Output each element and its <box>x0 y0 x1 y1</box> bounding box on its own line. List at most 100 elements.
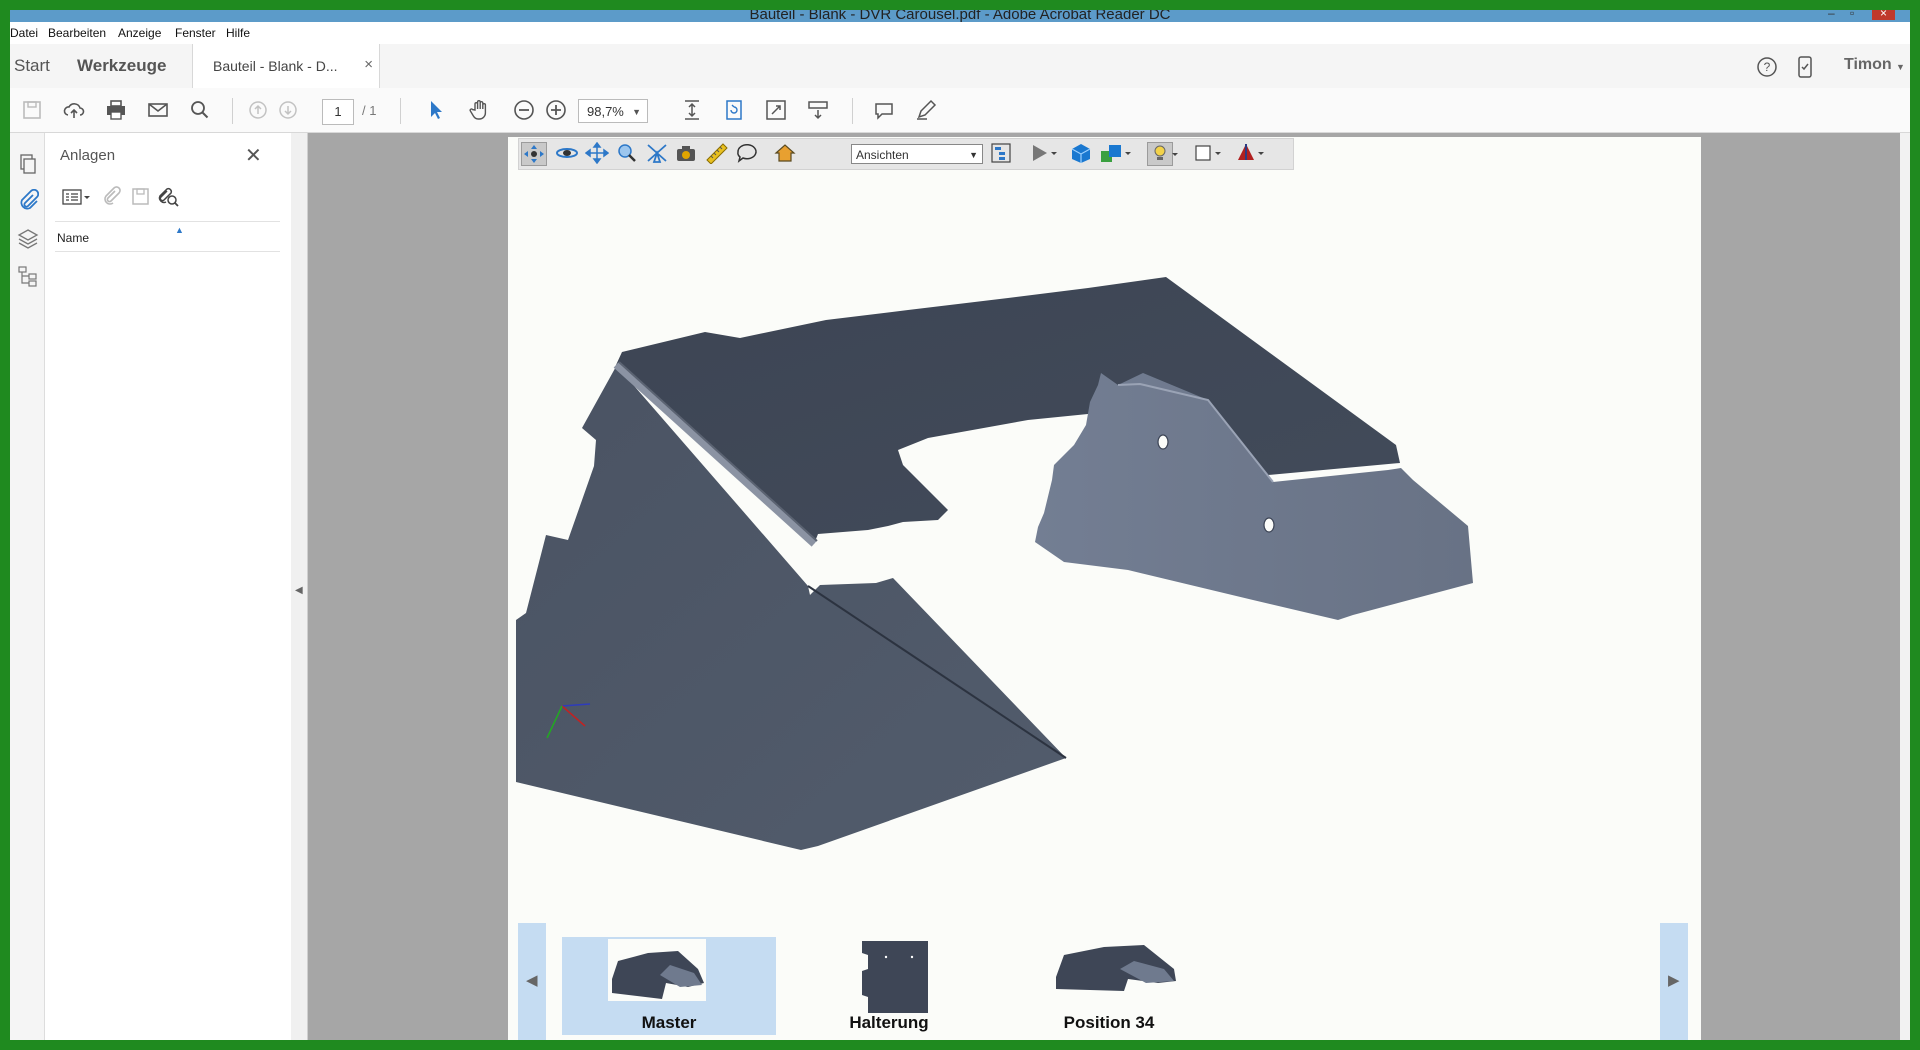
carousel-item-position-34[interactable]: Position 34 <box>1002 937 1216 1035</box>
comment-icon[interactable] <box>872 98 898 122</box>
toolbar-divider <box>400 98 401 124</box>
select-arrow-icon[interactable] <box>424 98 450 122</box>
zoom-in-icon[interactable] <box>544 98 570 122</box>
horizontal-scrollbar[interactable]: ◀ ▶ <box>55 1039 281 1040</box>
cross-section-icon[interactable] <box>1235 142 1264 166</box>
thumbnail-halterung-image <box>862 941 928 1013</box>
comment-3d-icon[interactable] <box>735 142 761 166</box>
tab-document-label: Bauteil - Blank - D... <box>213 58 338 74</box>
menu-fenster[interactable]: Fenster <box>175 26 216 40</box>
pan-icon[interactable] <box>584 141 611 166</box>
carousel-prev-button[interactable]: ◀ <box>518 923 546 1040</box>
3d-model-view[interactable] <box>508 170 1701 870</box>
minimize-icon[interactable]: – <box>1828 10 1835 20</box>
maximize-icon[interactable]: ▫ <box>1850 10 1854 20</box>
carousel-item-label: Halterung <box>849 1013 929 1032</box>
chevron-down-icon: ▼ <box>969 150 978 160</box>
model-tree-toggle-icon[interactable] <box>989 142 1015 166</box>
panel-divider <box>55 221 280 222</box>
rotate-3d-icon[interactable] <box>521 142 547 166</box>
render-mode-icon[interactable] <box>1069 142 1095 166</box>
camera-icon[interactable] <box>675 142 701 166</box>
page-number-input[interactable]: 1 <box>322 99 354 125</box>
toolbar-divider <box>232 98 233 124</box>
tab-close-icon[interactable]: × <box>364 56 373 73</box>
home-icon[interactable] <box>773 142 799 166</box>
mobile-link-icon[interactable] <box>1796 56 1814 78</box>
toolbar-divider <box>852 98 853 124</box>
sign-icon[interactable] <box>914 98 940 122</box>
menu-datei[interactable]: Datei <box>10 26 38 40</box>
fit-page-icon[interactable] <box>680 98 706 122</box>
search-icon[interactable] <box>188 98 214 122</box>
svg-text:?: ? <box>1764 60 1771 74</box>
menu-hilfe[interactable]: Hilfe <box>226 26 250 40</box>
carousel-item-label: Master <box>641 1013 697 1032</box>
user-menu[interactable]: Timon <box>1844 56 1892 74</box>
cloud-upload-icon[interactable] <box>62 98 88 122</box>
column-header-name[interactable]: Name <box>57 231 89 245</box>
pages-icon[interactable] <box>17 153 39 175</box>
help-icon[interactable]: ? <box>1756 56 1778 78</box>
save-icon[interactable] <box>20 98 46 122</box>
add-attachment-icon[interactable] <box>101 185 127 209</box>
menu-bearbeiten[interactable]: Bearbeiten <box>48 26 106 40</box>
scroll-mode-icon[interactable] <box>806 98 832 122</box>
options-menu-icon[interactable] <box>61 185 90 209</box>
3d-toolbar: Ansichten ▼ <box>518 138 1294 170</box>
collapse-left-icon: ◀ <box>295 585 303 596</box>
next-page-icon[interactable] <box>276 98 302 122</box>
carousel-next-button[interactable]: ▶ <box>1660 923 1688 1040</box>
views-dropdown-value: Ansichten <box>856 148 909 162</box>
main-toolbar: 1 / 1 98,7% ▼ <box>10 88 1910 133</box>
tab-start[interactable]: Start <box>14 56 50 76</box>
views-dropdown[interactable]: Ansichten ▼ <box>851 144 983 164</box>
measure-icon[interactable] <box>705 142 731 166</box>
spin-icon[interactable] <box>555 142 581 166</box>
app-window: Bauteil - Blank - DVR Carousel.pdf - Ado… <box>10 10 1910 1040</box>
zoom-3d-icon[interactable] <box>615 142 641 166</box>
arrow-left-icon: ◀ <box>526 972 538 989</box>
model-tree-icon[interactable] <box>17 265 39 287</box>
panel-collapse-handle[interactable]: ◀ <box>291 133 308 1040</box>
print-icon[interactable] <box>104 98 130 122</box>
attachments-icon[interactable] <box>17 189 39 211</box>
search-attachments-icon[interactable] <box>155 185 181 209</box>
scroll-left-icon[interactable]: ◀ <box>55 1039 63 1040</box>
carousel-item-master[interactable]: Master <box>562 937 776 1035</box>
panel-divider <box>55 251 280 252</box>
views-carousel: ◀ Master Halterung Position 34 ▶ <box>518 923 1688 1040</box>
navigation-rail <box>10 133 45 1040</box>
zoom-out-icon[interactable] <box>512 98 538 122</box>
page-total: / 1 <box>362 103 377 118</box>
panel-close-icon[interactable]: ✕ <box>245 143 262 168</box>
mail-icon[interactable] <box>146 98 172 122</box>
menu-bar: Datei Bearbeiten Anzeige Fenster Hilfe <box>10 22 1910 44</box>
attachments-panel: Anlagen ✕ Name ▲ ◀ ▶ <box>45 133 292 1040</box>
user-menu-chevron-icon[interactable]: ▼ <box>1896 62 1905 72</box>
tab-document[interactable]: Bauteil - Blank - D... × <box>192 44 380 88</box>
menu-anzeige[interactable]: Anzeige <box>118 26 161 40</box>
tab-bar: Start Werkzeuge Bauteil - Blank - D... ×… <box>10 44 1910 89</box>
lighting-icon[interactable] <box>1147 142 1178 166</box>
fullscreen-icon[interactable] <box>764 98 790 122</box>
arrow-right-icon: ▶ <box>1668 972 1680 989</box>
carousel-item-halterung[interactable]: Halterung <box>782 937 996 1035</box>
carousel-item-label: Position 34 <box>1063 1013 1155 1032</box>
rotate-icon[interactable] <box>722 98 748 122</box>
hand-icon[interactable] <box>468 98 494 122</box>
play-animation-icon[interactable] <box>1029 142 1057 166</box>
layers-icon[interactable] <box>17 227 39 249</box>
zoom-level-select[interactable]: 98,7% ▼ <box>578 99 648 123</box>
close-window-icon[interactable]: × <box>1872 10 1896 20</box>
background-color-icon[interactable] <box>1193 142 1221 166</box>
panel-title: Anlagen <box>60 147 116 164</box>
vertical-scrollbar[interactable] <box>1900 133 1910 1040</box>
fly-icon[interactable] <box>645 142 671 166</box>
save-attachment-icon[interactable] <box>129 185 155 209</box>
prev-page-icon[interactable] <box>246 98 272 122</box>
projection-icon[interactable] <box>1099 142 1131 166</box>
tab-werkzeuge[interactable]: Werkzeuge <box>77 56 166 76</box>
title-bar: Bauteil - Blank - DVR Carousel.pdf - Ado… <box>10 10 1910 23</box>
scroll-right-icon[interactable]: ▶ <box>273 1039 281 1040</box>
